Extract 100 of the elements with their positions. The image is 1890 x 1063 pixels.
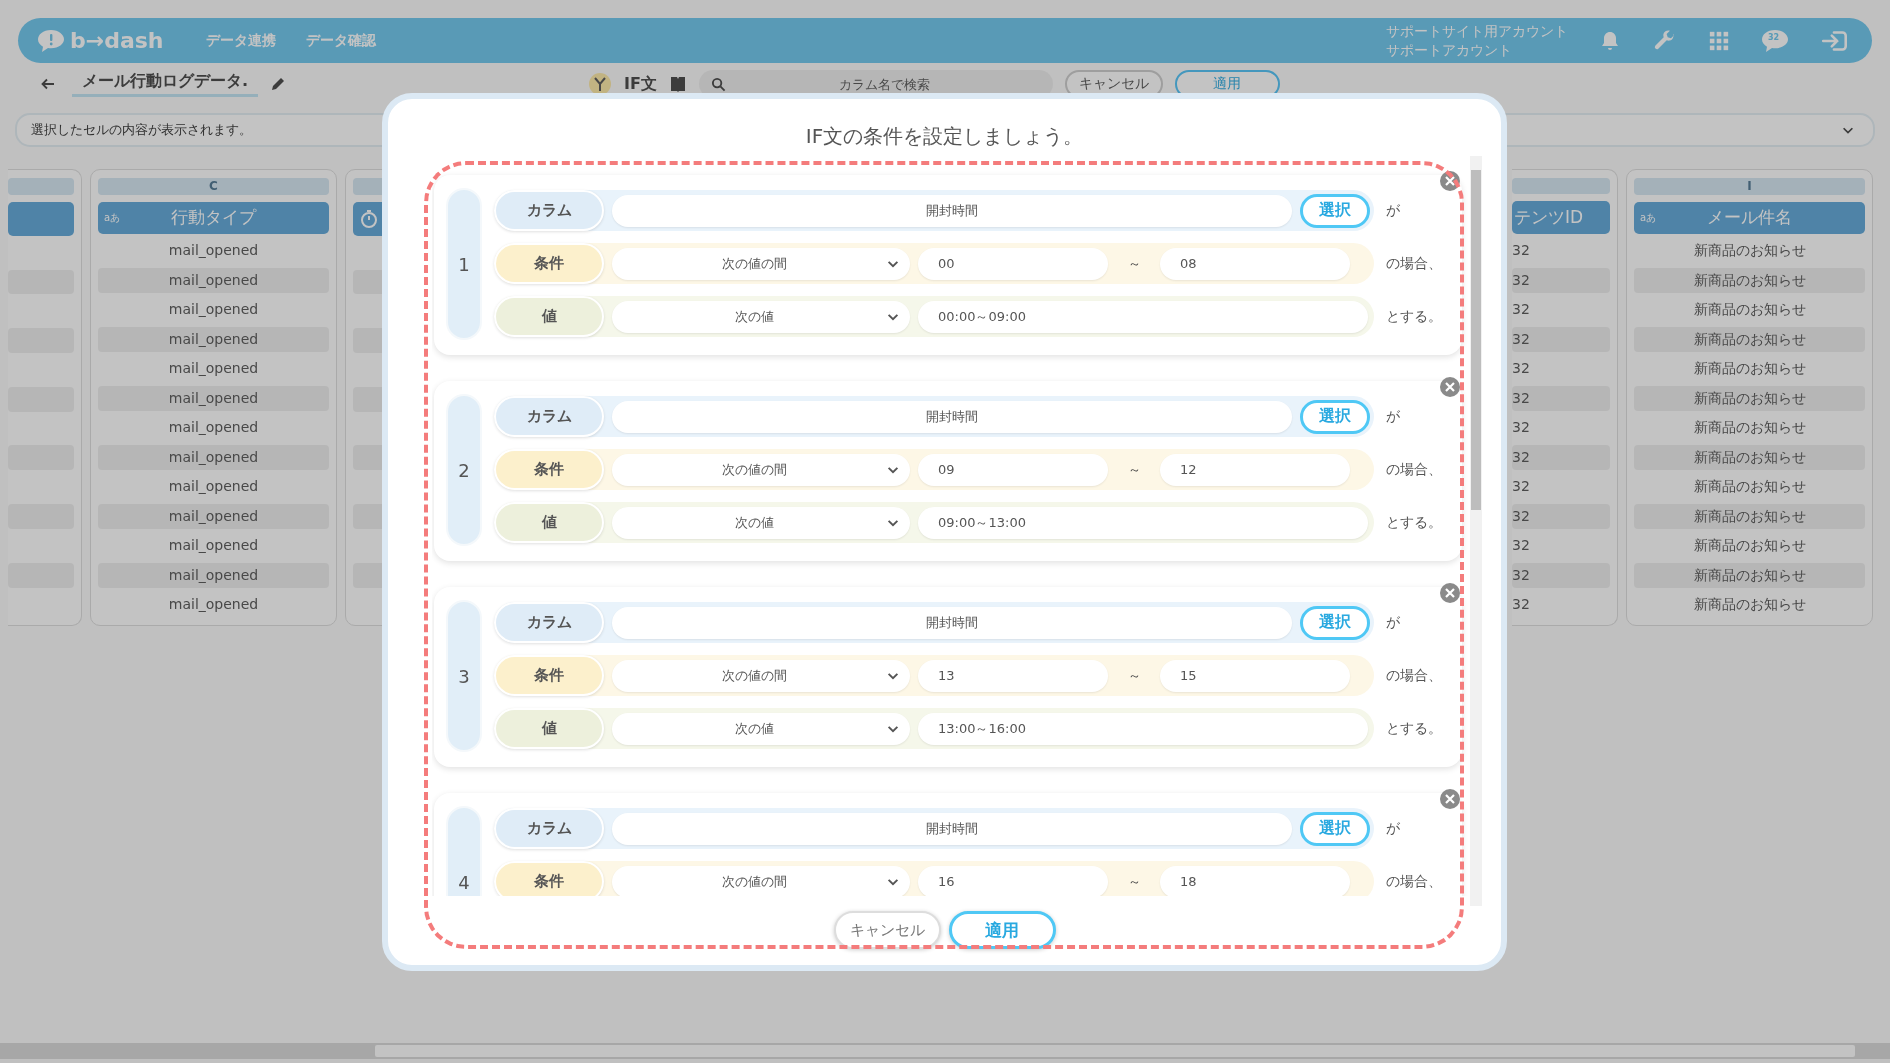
table-cell: 32 bbox=[1512, 267, 1610, 293]
table-cell-text: 32 bbox=[1512, 241, 1531, 260]
table-cell: mail_opened bbox=[98, 385, 329, 411]
column-field: 開封時間 bbox=[612, 194, 1292, 227]
table-cell-text: mail_opened bbox=[167, 418, 260, 437]
table-cell: mail_opened bbox=[98, 267, 329, 293]
table-cell: 32 bbox=[1512, 326, 1610, 352]
from-input[interactable]: 13 bbox=[918, 659, 1108, 692]
column-field: 開封時間 bbox=[612, 400, 1292, 433]
mode-label: IF文 bbox=[624, 73, 657, 95]
table-cell-text: mail_opened bbox=[167, 536, 260, 555]
value-mode-dropdown[interactable]: 次の値 bbox=[612, 506, 910, 539]
range-separator: ～ bbox=[1126, 460, 1142, 479]
value-label: 値 bbox=[494, 296, 604, 337]
value-label: 値 bbox=[494, 502, 604, 543]
table-cell-text: 新商品のお知らせ bbox=[1692, 477, 1807, 496]
close-icon[interactable] bbox=[1440, 377, 1460, 397]
suffix-text: が bbox=[1386, 201, 1400, 220]
table-cell-text: mail_opened bbox=[167, 300, 260, 319]
close-icon[interactable] bbox=[1440, 583, 1460, 603]
column-label: カラム bbox=[494, 396, 604, 437]
table-cell: 新商品のお知らせ bbox=[1634, 267, 1865, 293]
table-cell: 32 bbox=[1512, 503, 1610, 529]
value-input[interactable]: 09:00～13:00 bbox=[918, 506, 1368, 539]
value-mode-dropdown[interactable]: 次の値 bbox=[612, 712, 910, 745]
table-cell-text: 32 bbox=[1512, 595, 1531, 614]
condition-label: 条件 bbox=[494, 655, 604, 696]
condition-number: 4 bbox=[446, 806, 482, 896]
table-cell: 新商品のお知らせ bbox=[1634, 385, 1865, 411]
pencil-icon[interactable] bbox=[270, 76, 287, 92]
column-field: 開封時間 bbox=[612, 812, 1292, 845]
to-input[interactable]: 15 bbox=[1160, 659, 1350, 692]
cancel-button[interactable]: キャンセル bbox=[833, 911, 941, 949]
table-cell: mail_opened bbox=[98, 562, 329, 588]
table-cell: 32 bbox=[1512, 444, 1610, 470]
from-input[interactable]: 00 bbox=[918, 247, 1108, 280]
scrollbar-thumb[interactable] bbox=[1471, 170, 1481, 510]
book-icon[interactable] bbox=[668, 75, 687, 93]
suffix-text: が bbox=[1386, 819, 1400, 838]
to-input[interactable]: 08 bbox=[1160, 247, 1350, 280]
back-arrow-icon[interactable] bbox=[40, 76, 56, 92]
table-cell-text: 新商品のお知らせ bbox=[1692, 300, 1807, 319]
suffix-text: とする。 bbox=[1386, 719, 1442, 738]
value-mode-dropdown[interactable]: 次の値 bbox=[612, 300, 910, 333]
table-cell-text: 新商品のお知らせ bbox=[1692, 595, 1807, 614]
range-separator: ～ bbox=[1126, 872, 1142, 891]
table-cell: 32 bbox=[1512, 385, 1610, 411]
scrollbar-thumb[interactable] bbox=[375, 1045, 1855, 1057]
table-cell-text: 32 bbox=[1512, 477, 1531, 496]
operator-dropdown[interactable]: 次の値の間 bbox=[612, 453, 910, 486]
column-label: カラム bbox=[494, 808, 604, 849]
table-cell-text: 32 bbox=[1512, 418, 1531, 437]
grid-icon[interactable] bbox=[1708, 29, 1730, 52]
condition-label: 条件 bbox=[494, 449, 604, 490]
dataset-title: メール行動ログデータ. bbox=[72, 71, 259, 97]
table-cell-text: 32 bbox=[1512, 300, 1531, 319]
condition-number: 2 bbox=[446, 394, 482, 546]
table-cell: mail_opened bbox=[98, 326, 329, 352]
table-cell-text: 32 bbox=[1512, 359, 1531, 378]
condition-label: 条件 bbox=[494, 861, 604, 896]
column-label: カラム bbox=[494, 602, 604, 643]
speech-bubble-icon bbox=[36, 27, 66, 54]
to-input[interactable]: 12 bbox=[1160, 453, 1350, 486]
stopwatch-icon bbox=[359, 208, 379, 229]
table-cell: 新商品のお知らせ bbox=[1634, 503, 1865, 529]
table-cell: 新商品のお知らせ bbox=[1634, 326, 1865, 352]
value-label: 値 bbox=[494, 708, 604, 749]
column-header[interactable] bbox=[8, 201, 74, 236]
dialog-title: IF文の条件を設定しましょう。 bbox=[804, 123, 1085, 150]
to-input[interactable]: 18 bbox=[1160, 865, 1350, 896]
close-icon[interactable] bbox=[1440, 789, 1460, 809]
range-separator: ～ bbox=[1126, 254, 1142, 273]
table-cell-text: mail_opened bbox=[167, 241, 260, 260]
operator-dropdown[interactable]: 次の値の間 bbox=[612, 659, 910, 692]
close-icon[interactable] bbox=[1440, 171, 1460, 191]
value-input[interactable]: 13:00～16:00 bbox=[918, 712, 1368, 745]
suffix-text: の場合、 bbox=[1386, 872, 1442, 891]
table-cell: 32 bbox=[1512, 562, 1610, 588]
value-input[interactable]: 00:00～09:00 bbox=[918, 300, 1368, 333]
suffix-text: が bbox=[1386, 613, 1400, 632]
suffix-text: の場合、 bbox=[1386, 460, 1442, 479]
operator-dropdown[interactable]: 次の値の間 bbox=[612, 865, 910, 896]
suffix-text: の場合、 bbox=[1386, 666, 1442, 685]
condition-number: 3 bbox=[446, 600, 482, 752]
operator-dropdown[interactable]: 次の値の間 bbox=[612, 247, 910, 280]
table-cell: 新商品のお知らせ bbox=[1634, 562, 1865, 588]
table-cell-text: 新商品のお知らせ bbox=[1692, 536, 1807, 555]
suffix-text: とする。 bbox=[1386, 513, 1442, 532]
condition-label: 条件 bbox=[494, 243, 604, 284]
suffix-text: の場合、 bbox=[1386, 254, 1442, 273]
from-input[interactable]: 09 bbox=[918, 453, 1108, 486]
table-cell-text: 32 bbox=[1512, 536, 1531, 555]
table-cell-text: mail_opened bbox=[167, 595, 260, 614]
table-cell: mail_opened bbox=[98, 503, 329, 529]
table-cell: mail_opened bbox=[98, 444, 329, 470]
column-letter-bar: C bbox=[98, 178, 329, 195]
condition-number: 1 bbox=[446, 188, 482, 340]
table-cell-text: 新商品のお知らせ bbox=[1692, 241, 1807, 260]
from-input[interactable]: 16 bbox=[918, 865, 1108, 896]
column-field: 開封時間 bbox=[612, 606, 1292, 639]
